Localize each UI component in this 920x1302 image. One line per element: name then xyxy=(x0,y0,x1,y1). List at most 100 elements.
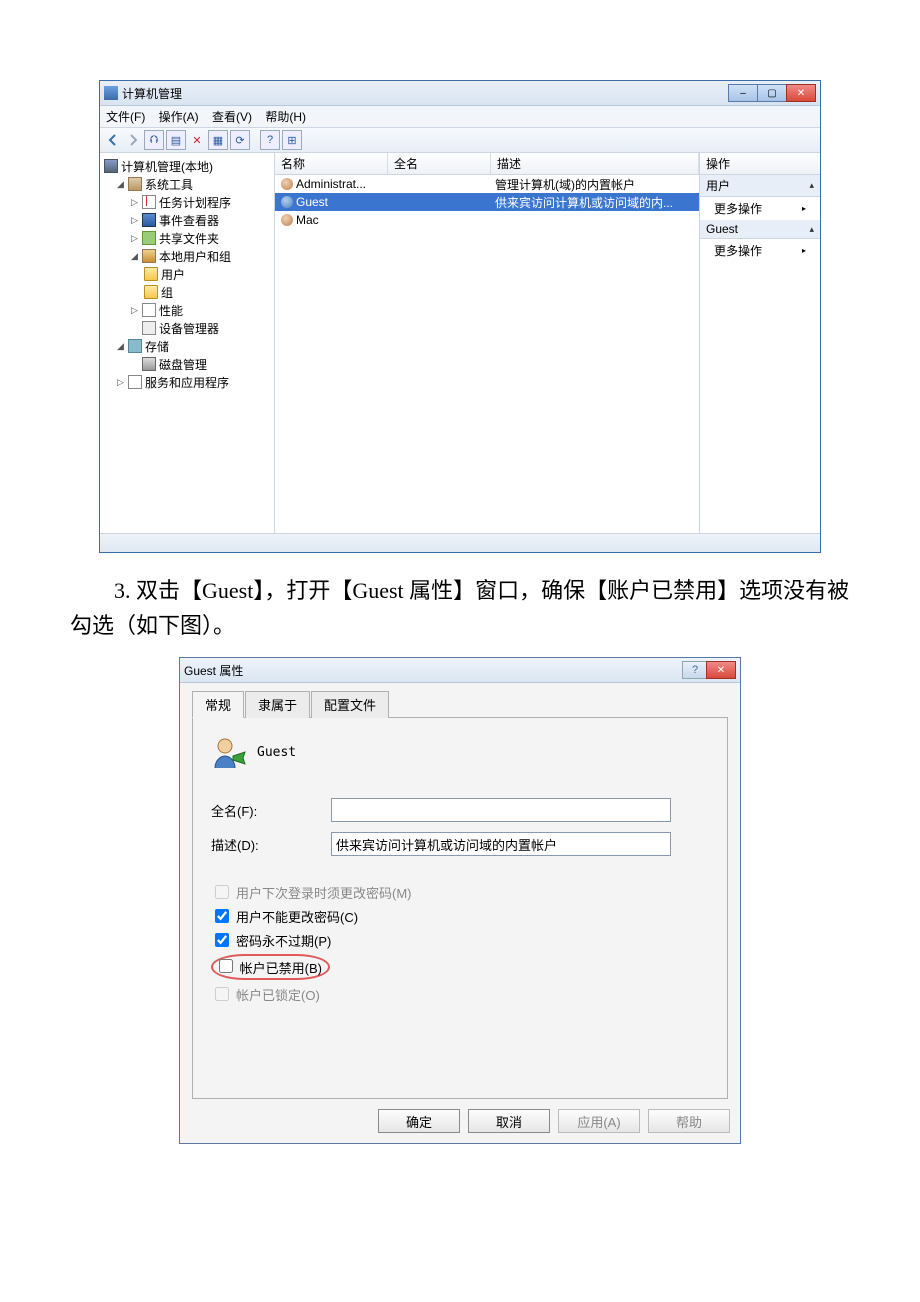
actions-more[interactable]: 更多操作▸ xyxy=(700,239,820,262)
mmc-titlebar[interactable]: 计算机管理 – ▢ ✕ xyxy=(100,81,820,106)
expand-icon[interactable]: ▷ xyxy=(130,198,139,207)
forward-icon[interactable] xyxy=(124,131,142,149)
expand-icon[interactable]: ▷ xyxy=(116,378,125,387)
computer-icon xyxy=(104,159,118,173)
help-button[interactable]: ? xyxy=(682,661,708,679)
menu-help[interactable]: 帮助(H) xyxy=(265,110,306,124)
ok-button[interactable]: 确定 xyxy=(378,1109,460,1133)
fullname-input[interactable] xyxy=(331,798,671,822)
status-bar xyxy=(100,533,820,552)
folder-icon xyxy=(144,267,158,281)
nav-tree[interactable]: 计算机管理(本地) ◢系统工具 ▷任务计划程序 ▷事件查看器 ▷共享文件夹 ◢本… xyxy=(100,153,275,533)
actions-more[interactable]: 更多操作▸ xyxy=(700,197,820,220)
guest-properties-dialog: Guest 属性 ? ✕ 常规 隶属于 配置文件 Guest xyxy=(179,657,741,1144)
instruction-step-3: 3. 双击【Guest】，打开【Guest 属性】窗口，确保【账户已禁用】选项没… xyxy=(70,573,850,643)
tree-shared-folders[interactable]: ▷共享文件夹 xyxy=(102,229,272,247)
close-button[interactable]: ✕ xyxy=(786,84,816,102)
description-input[interactable] xyxy=(331,832,671,856)
app-icon xyxy=(104,86,118,100)
export-icon[interactable]: ▦ xyxy=(208,130,228,150)
chk-must-change-pwd-box xyxy=(215,885,229,899)
fullname-label: 全名(F): xyxy=(211,801,331,820)
services-icon xyxy=(128,375,142,389)
help-button-dlg[interactable]: 帮助 xyxy=(648,1109,730,1133)
cancel-button[interactable]: 取消 xyxy=(468,1109,550,1133)
user-icon xyxy=(281,214,293,226)
help-icon[interactable]: ? xyxy=(260,130,280,150)
back-icon[interactable] xyxy=(104,131,122,149)
chevron-up-icon: ▴ xyxy=(809,224,814,235)
menu-view[interactable]: 查看(V) xyxy=(212,110,252,124)
actions-section-guest[interactable]: Guest▴ xyxy=(700,220,820,239)
tree-root[interactable]: 计算机管理(本地) xyxy=(102,157,272,175)
user-list: 名称 全名 描述 Administrat... 管理计算机(域)的内置帐户 Gu… xyxy=(275,153,700,533)
tree-system-tools[interactable]: ◢系统工具 xyxy=(102,175,272,193)
chk-account-locked-box xyxy=(215,987,229,1001)
tree-storage[interactable]: ◢存储 xyxy=(102,337,272,355)
refresh-icon[interactable]: ⟳ xyxy=(230,130,250,150)
tree-performance[interactable]: ▷性能 xyxy=(102,301,272,319)
dlg-titlebar[interactable]: Guest 属性 ? ✕ xyxy=(180,658,740,683)
wrench-icon xyxy=(128,177,142,191)
menu-action[interactable]: 操作(A) xyxy=(159,110,199,124)
view-icon[interactable]: ⊞ xyxy=(282,130,302,150)
mmc-title: 计算机管理 xyxy=(122,85,729,102)
delete-icon[interactable]: ✕ xyxy=(188,131,206,149)
description-label: 描述(D): xyxy=(211,835,331,854)
user-large-icon xyxy=(211,734,247,770)
chk-cannot-change-pwd[interactable]: 用户不能更改密码(C) xyxy=(211,906,709,926)
expand-icon[interactable]: ▷ xyxy=(130,306,139,315)
tree-disk-mgmt[interactable]: 磁盘管理 xyxy=(102,355,272,373)
chk-account-disabled[interactable]: 帐户已禁用(B) xyxy=(211,954,709,980)
clock-icon xyxy=(142,195,156,209)
dialog-button-row: 确定 取消 应用(A) 帮助 xyxy=(180,1103,740,1143)
maximize-button[interactable]: ▢ xyxy=(757,84,787,102)
tree-services-apps[interactable]: ▷服务和应用程序 xyxy=(102,373,272,391)
toolbar: ⮉ ▤ ✕ ▦ ⟳ ? ⊞ xyxy=(100,128,820,153)
chk-pwd-never-expires[interactable]: 密码永不过期(P) xyxy=(211,930,709,950)
actions-section-users[interactable]: 用户▴ xyxy=(700,175,820,197)
tab-profile[interactable]: 配置文件 xyxy=(311,691,389,718)
account-name: Guest xyxy=(257,745,296,760)
share-icon xyxy=(142,231,156,245)
tab-general[interactable]: 常规 xyxy=(192,691,244,718)
list-row[interactable]: Administrat... 管理计算机(域)的内置帐户 xyxy=(275,175,699,193)
expand-icon[interactable]: ▷ xyxy=(130,234,139,243)
col-name[interactable]: 名称 xyxy=(275,153,388,174)
annotation-circle: 帐户已禁用(B) xyxy=(211,954,330,980)
disk-icon xyxy=(142,357,156,371)
tree-event-viewer[interactable]: ▷事件查看器 xyxy=(102,211,272,229)
expand-icon[interactable]: ▷ xyxy=(130,216,139,225)
tab-member-of[interactable]: 隶属于 xyxy=(245,691,310,718)
list-row[interactable]: Mac xyxy=(275,211,699,229)
tab-panel-general: Guest 全名(F): 描述(D): 用户下次登录时须更改密码(M) xyxy=(192,718,728,1099)
chk-account-disabled-box[interactable] xyxy=(219,959,233,973)
list-row-selected[interactable]: Guest 供来宾访问计算机或访问域的内... xyxy=(275,193,699,211)
col-desc[interactable]: 描述 xyxy=(491,153,699,174)
tree-users-folder[interactable]: 用户 xyxy=(102,265,272,283)
minimize-button[interactable]: – xyxy=(728,84,758,102)
dlg-title: Guest 属性 xyxy=(184,662,682,679)
guest-icon xyxy=(281,196,293,208)
folder-icon xyxy=(144,285,158,299)
chevron-right-icon: ▸ xyxy=(802,204,806,213)
chk-pwd-never-expires-box[interactable] xyxy=(215,933,229,947)
expand-icon[interactable]: ◢ xyxy=(130,252,139,261)
list-header[interactable]: 名称 全名 描述 xyxy=(275,153,699,175)
chk-cannot-change-pwd-box[interactable] xyxy=(215,909,229,923)
properties-icon[interactable]: ▤ xyxy=(166,130,186,150)
up-icon[interactable]: ⮉ xyxy=(144,130,164,150)
user-icon xyxy=(281,178,293,190)
close-button[interactable]: ✕ xyxy=(706,661,736,679)
menu-file[interactable]: 文件(F) xyxy=(106,110,145,124)
col-fullname[interactable]: 全名 xyxy=(388,153,491,174)
expand-icon[interactable]: ◢ xyxy=(116,180,125,189)
tree-groups-folder[interactable]: 组 xyxy=(102,283,272,301)
chk-must-change-pwd: 用户下次登录时须更改密码(M) xyxy=(211,882,709,902)
apply-button[interactable]: 应用(A) xyxy=(558,1109,640,1133)
expand-icon[interactable]: ◢ xyxy=(116,342,125,351)
tree-task-scheduler[interactable]: ▷任务计划程序 xyxy=(102,193,272,211)
users-icon xyxy=(142,249,156,263)
tree-local-users[interactable]: ◢本地用户和组 xyxy=(102,247,272,265)
tree-device-manager[interactable]: 设备管理器 xyxy=(102,319,272,337)
